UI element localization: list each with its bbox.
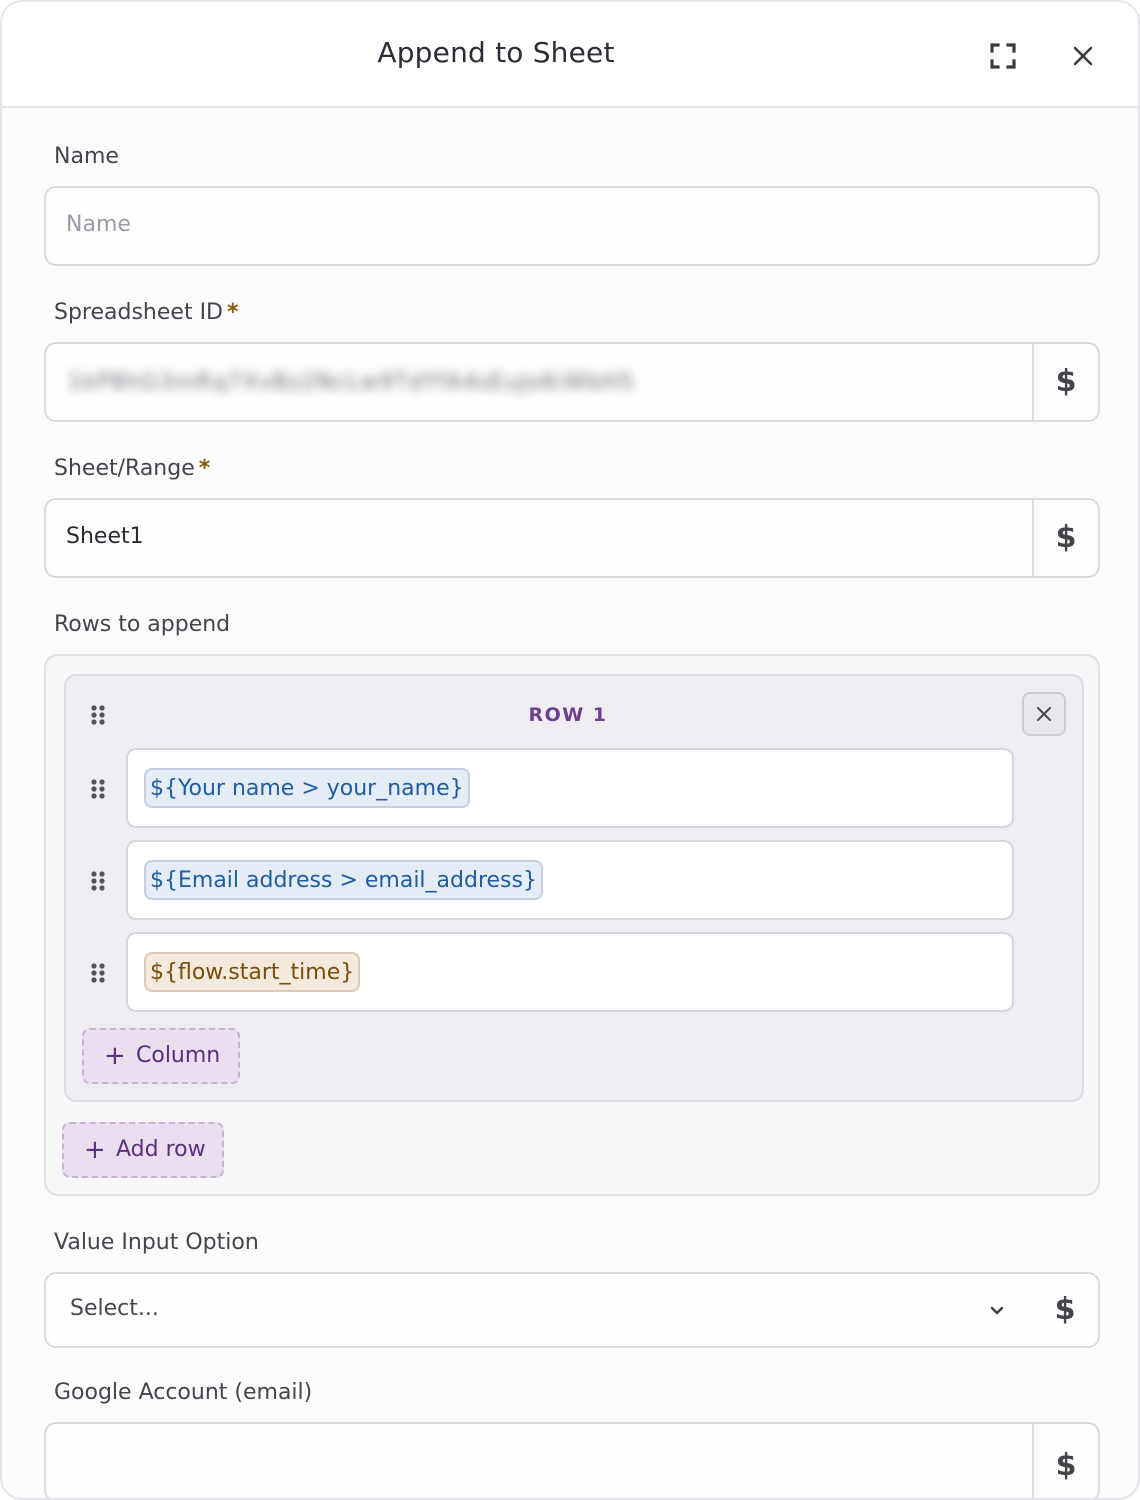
drag-handle-icon [91, 963, 105, 983]
plus-icon: + [84, 1135, 106, 1165]
column-drag-handle[interactable] [90, 778, 106, 800]
dropdown-toggle[interactable] [984, 1298, 1010, 1324]
dialog-header: Append to Sheet [2, 2, 1138, 108]
spreadsheet-id-value: 1kP8hG3mRq7XvBz2NcLw9TdYfA4sEuJo6iWbH5 [68, 370, 635, 395]
add-row-button[interactable]: + Add row [62, 1122, 224, 1178]
add-column-label: Column [136, 1043, 221, 1068]
column-drag-handle[interactable] [90, 962, 106, 984]
spreadsheet-id-variable-button[interactable]: $ [1032, 344, 1098, 420]
value-input-option-selected: Select... [70, 1296, 159, 1321]
google-account-label: Google Account (email) [54, 1380, 313, 1405]
sheet-range-variable-button[interactable]: $ [1032, 500, 1098, 576]
close-button[interactable] [1065, 38, 1101, 74]
close-icon [1037, 707, 1051, 721]
append-to-sheet-dialog: Append to Sheet Name Name Spreadsheet ID… [0, 0, 1140, 1500]
remove-row-button[interactable] [1022, 692, 1066, 736]
sheet-range-label-text: Sheet/Range [54, 456, 195, 481]
spreadsheet-id-label: Spreadsheet ID * [54, 300, 239, 325]
column-input[interactable]: ${Email address > email_address} [126, 840, 1014, 920]
google-account-input[interactable]: $ [44, 1422, 1100, 1498]
variable-chip[interactable]: ${Your name > your_name} [144, 768, 470, 808]
plus-icon: + [104, 1041, 126, 1071]
value-input-option-select[interactable]: Select... $ [44, 1272, 1100, 1348]
add-column-button[interactable]: + Column [82, 1028, 240, 1084]
google-account-variable-button[interactable]: $ [1032, 1424, 1098, 1498]
column-input[interactable]: ${flow.start_time} [126, 932, 1014, 1012]
flow-variable-chip[interactable]: ${flow.start_time} [144, 952, 361, 992]
drag-handle-icon [91, 705, 105, 725]
drag-handle-icon [91, 871, 105, 891]
column-drag-handle[interactable] [90, 870, 106, 892]
name-label: Name [54, 144, 119, 169]
variable-chip[interactable]: ${Email address > email_address} [144, 860, 543, 900]
row-card: ROW 1 ${Your name > your_name} ${Email a… [64, 674, 1084, 1102]
add-row-label: Add row [116, 1137, 206, 1162]
rows-to-append-label: Rows to append [54, 612, 231, 637]
expand-icon [990, 43, 1016, 69]
drag-handle-icon [91, 779, 105, 799]
expand-button[interactable] [985, 38, 1021, 74]
value-input-option-label: Value Input Option [54, 1230, 259, 1255]
spreadsheet-id-input[interactable]: 1kP8hG3mRq7XvBz2NcLw9TdYfA4sEuJo6iWbH5 $ [44, 342, 1100, 422]
row-drag-handle[interactable] [90, 704, 106, 726]
sheet-range-value: Sheet1 [66, 524, 144, 549]
required-marker: * [227, 300, 239, 325]
column-input[interactable]: ${Your name > your_name} [126, 748, 1014, 828]
sheet-range-input[interactable]: Sheet1 $ [44, 498, 1100, 578]
name-placeholder: Name [66, 212, 131, 237]
close-icon [1073, 46, 1093, 66]
sheet-range-label: Sheet/Range * [54, 456, 210, 481]
name-input[interactable]: Name [44, 186, 1100, 266]
spreadsheet-id-label-text: Spreadsheet ID [54, 300, 223, 325]
rows-panel: ROW 1 ${Your name > your_name} ${Email a… [44, 654, 1100, 1196]
chevron-down-icon [990, 1306, 1004, 1315]
dialog-title: Append to Sheet [377, 36, 615, 69]
value-input-option-variable-button[interactable]: $ [1032, 1274, 1098, 1346]
required-marker: * [198, 456, 211, 481]
row-title: ROW 1 [528, 704, 608, 726]
